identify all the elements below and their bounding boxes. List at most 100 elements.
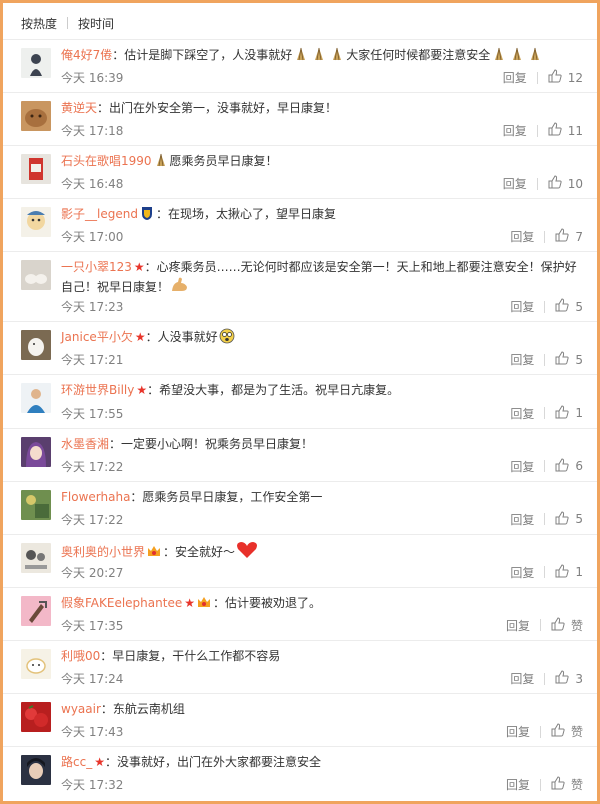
comment-text: ：安全就好～ [163,544,236,559]
commenter-name[interactable]: 一只小翠123 [61,260,132,274]
reply-button[interactable]: 回复 [510,670,534,687]
tab-by-hot[interactable]: 按热度 [21,15,57,32]
action-divider [544,672,546,685]
comment-text: ：没事就好，出门在外大家都要注意安全 [104,755,321,770]
comment-text: ：愿乘务员早日康复，工作安全第一 [130,489,323,504]
avatar[interactable] [21,260,51,291]
avatar[interactable] [21,154,51,185]
commenter-name[interactable]: 影子__legend [61,207,138,221]
commenter-name[interactable]: 路cc_ [61,755,92,769]
comment-text: ：估计是脚下踩空了，人没事就好 [112,48,293,62]
comment-actions: 回复 6 [510,458,583,475]
avatar[interactable] [21,542,51,573]
comment-actions: 回复 5 [510,511,583,528]
avatar[interactable] [21,383,51,414]
commenter-name[interactable]: 石头在歌唱1990 [61,154,152,168]
comment-time: 今天 17:35 [61,618,124,633]
commenter-name[interactable]: wyaair [61,702,101,716]
like-button[interactable]: 5 [555,298,583,315]
commenter-name[interactable]: 奥利奥的小世界 [61,545,145,559]
comment-row: 环游世界Billy ★：希望没大事，都是为了生活。祝早日亢康复。 今天 17:55… [3,374,597,427]
comment-panel: 按热度 按时间 俺4好7倦：估计是脚下踩空了，人没事就好 大家任何时候都要注意安全… [0,0,600,804]
like-button[interactable]: 7 [555,228,583,245]
crown-badge-icon [196,594,212,610]
star-badge-icon: ★ [134,330,146,345]
comment-actions: 回复 5 [510,351,583,368]
commenter-name[interactable]: Flowerhaha [61,490,130,504]
like-count: 赞 [570,618,583,633]
commenter-name[interactable]: 俺4好7倦 [61,48,112,62]
avatar[interactable] [21,436,51,467]
like-button[interactable]: 5 [555,351,583,368]
comment-row: 路cc_ ★：没事就好，出门在外大家都要注意安全 今天 17:32 回复 赞 [3,746,597,799]
like-button[interactable]: 赞 [551,617,583,634]
reply-button[interactable]: 回复 [503,175,527,192]
commenter-name[interactable]: 环游世界Billy [61,383,134,397]
like-button[interactable]: 10 [548,175,583,192]
comment-time: 今天 17:43 [61,725,124,740]
comment-time: 今天 16:39 [61,71,124,86]
like-button[interactable]: 11 [548,122,583,139]
thumbs-up-icon [551,617,571,634]
thumbs-up-icon [548,69,568,86]
like-button[interactable]: 12 [548,69,583,86]
reply-button[interactable]: 回复 [510,228,534,245]
like-button[interactable]: 6 [555,458,583,475]
reply-button[interactable]: 回复 [510,511,534,528]
commenter-name[interactable]: 黄逆天 [61,101,97,115]
commenter-name[interactable]: 利哦00 [61,649,100,663]
like-button[interactable]: 5 [555,511,583,528]
like-count: 11 [567,123,583,138]
commenter-name[interactable]: 水墨香湘 [61,437,109,451]
like-button[interactable]: 赞 [551,723,583,740]
avatar[interactable] [21,489,51,520]
thumbs-up-icon [555,405,575,422]
reply-button[interactable]: 回复 [503,122,527,139]
comment-time: 今天 17:21 [61,353,124,368]
like-button[interactable]: 赞 [551,776,583,793]
pray-emoji [509,46,525,62]
reply-button[interactable]: 回复 [510,458,534,475]
like-count: 5 [575,299,583,314]
reply-button[interactable]: 回复 [510,405,534,422]
reply-button[interactable]: 回复 [506,723,530,740]
comment-time: 今天 17:32 [61,778,124,793]
thumbs-up-icon [555,298,575,315]
action-divider [544,566,546,579]
pray-emoji [527,46,543,62]
avatar[interactable] [21,648,51,679]
reply-button[interactable]: 回复 [506,776,530,793]
avatar[interactable] [21,207,51,238]
comment-actions: 回复 赞 [506,723,583,740]
comment-row: Janice平小欠 ★：人没事就好 今天 17:21 回复 5 [3,321,597,374]
comment-actions: 回复 1 [510,405,583,422]
thumbs-up-icon [551,723,571,740]
thumbs-up-icon [548,122,568,139]
avatar[interactable] [21,755,51,786]
avatar[interactable] [21,595,51,626]
like-button[interactable]: 1 [555,405,583,422]
tab-divider [67,17,69,29]
tab-by-time[interactable]: 按时间 [78,15,114,32]
reply-button[interactable]: 回复 [503,69,527,86]
comment-time: 今天 17:00 [61,230,124,245]
avatar[interactable] [21,702,51,733]
like-button[interactable]: 1 [555,564,583,581]
astonished-emoji [219,328,235,344]
commenter-name[interactable]: Janice平小欠 [61,330,133,344]
like-count: 3 [575,671,583,686]
reply-button[interactable]: 回复 [510,351,534,368]
like-button[interactable]: 3 [555,670,583,687]
pray-emoji [329,46,345,62]
avatar[interactable] [21,48,51,78]
like-count: 1 [575,406,583,421]
reply-button[interactable]: 回复 [510,564,534,581]
avatar[interactable] [21,101,51,132]
commenter-name[interactable]: 假象FAKEelephantee [61,596,182,610]
thumbs-up-icon [555,670,575,687]
pray-emoji [153,152,169,168]
avatar[interactable] [21,330,51,361]
action-divider [544,513,546,526]
reply-button[interactable]: 回复 [506,617,530,634]
reply-button[interactable]: 回复 [510,298,534,315]
